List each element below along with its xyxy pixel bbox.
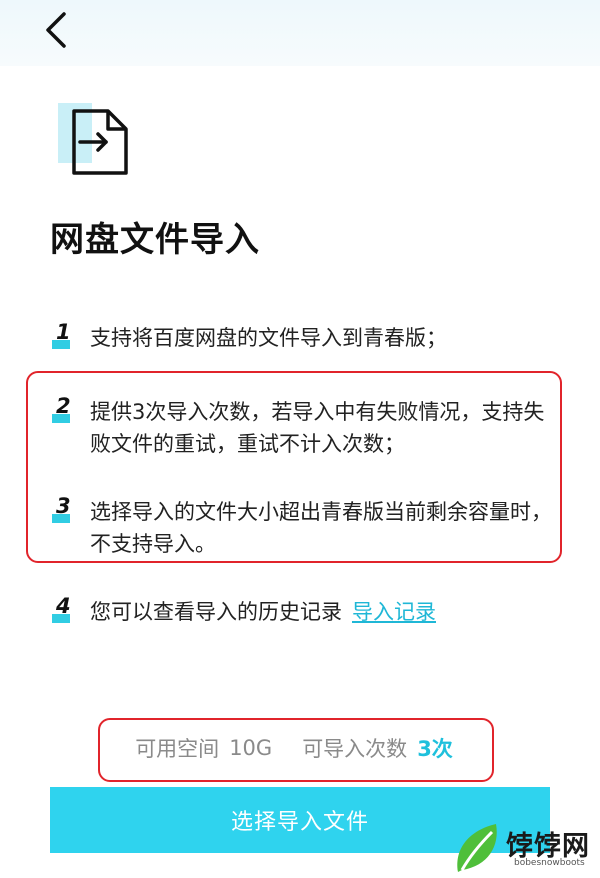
count-label: 可导入次数 bbox=[302, 737, 408, 761]
chevron-left-icon bbox=[46, 12, 66, 48]
top-bar bbox=[0, 0, 600, 66]
page-title: 网盘文件导入 bbox=[50, 220, 260, 260]
rule-number-badge: 2 bbox=[50, 394, 78, 428]
rule-number-badge: 1 bbox=[50, 320, 78, 354]
space-label: 可用空间 bbox=[135, 737, 220, 761]
rule-text: 选择导入的文件大小超出青春版当前剩余容量时，不支持导入。 bbox=[90, 500, 552, 556]
watermark: 饽饽网 bobesnowboots bbox=[448, 818, 600, 878]
rule-text: 支持将百度网盘的文件导入到青春版； bbox=[90, 326, 447, 350]
import-history-link[interactable]: 导入记录 bbox=[352, 600, 436, 624]
file-import-icon bbox=[58, 103, 132, 177]
space-value: 10G bbox=[229, 736, 273, 760]
rule-4-label: 您可以查看导入的历史记录 bbox=[90, 600, 342, 624]
rule-number-badge: 4 bbox=[50, 594, 78, 628]
back-button[interactable] bbox=[36, 8, 80, 52]
count-value: 3次 bbox=[417, 737, 453, 761]
quota-stats: 可用空间 10G 可导入次数 3次 bbox=[98, 718, 490, 778]
leaf-logo-icon bbox=[457, 824, 497, 872]
rule-text: 提供3次导入次数，若导入中有失败情况，支持失败文件的重试，重试不计入次数； bbox=[90, 400, 545, 456]
rule-text: 您可以查看导入的历史记录 导入记录 bbox=[90, 596, 565, 628]
rule-number-badge: 3 bbox=[50, 494, 78, 528]
